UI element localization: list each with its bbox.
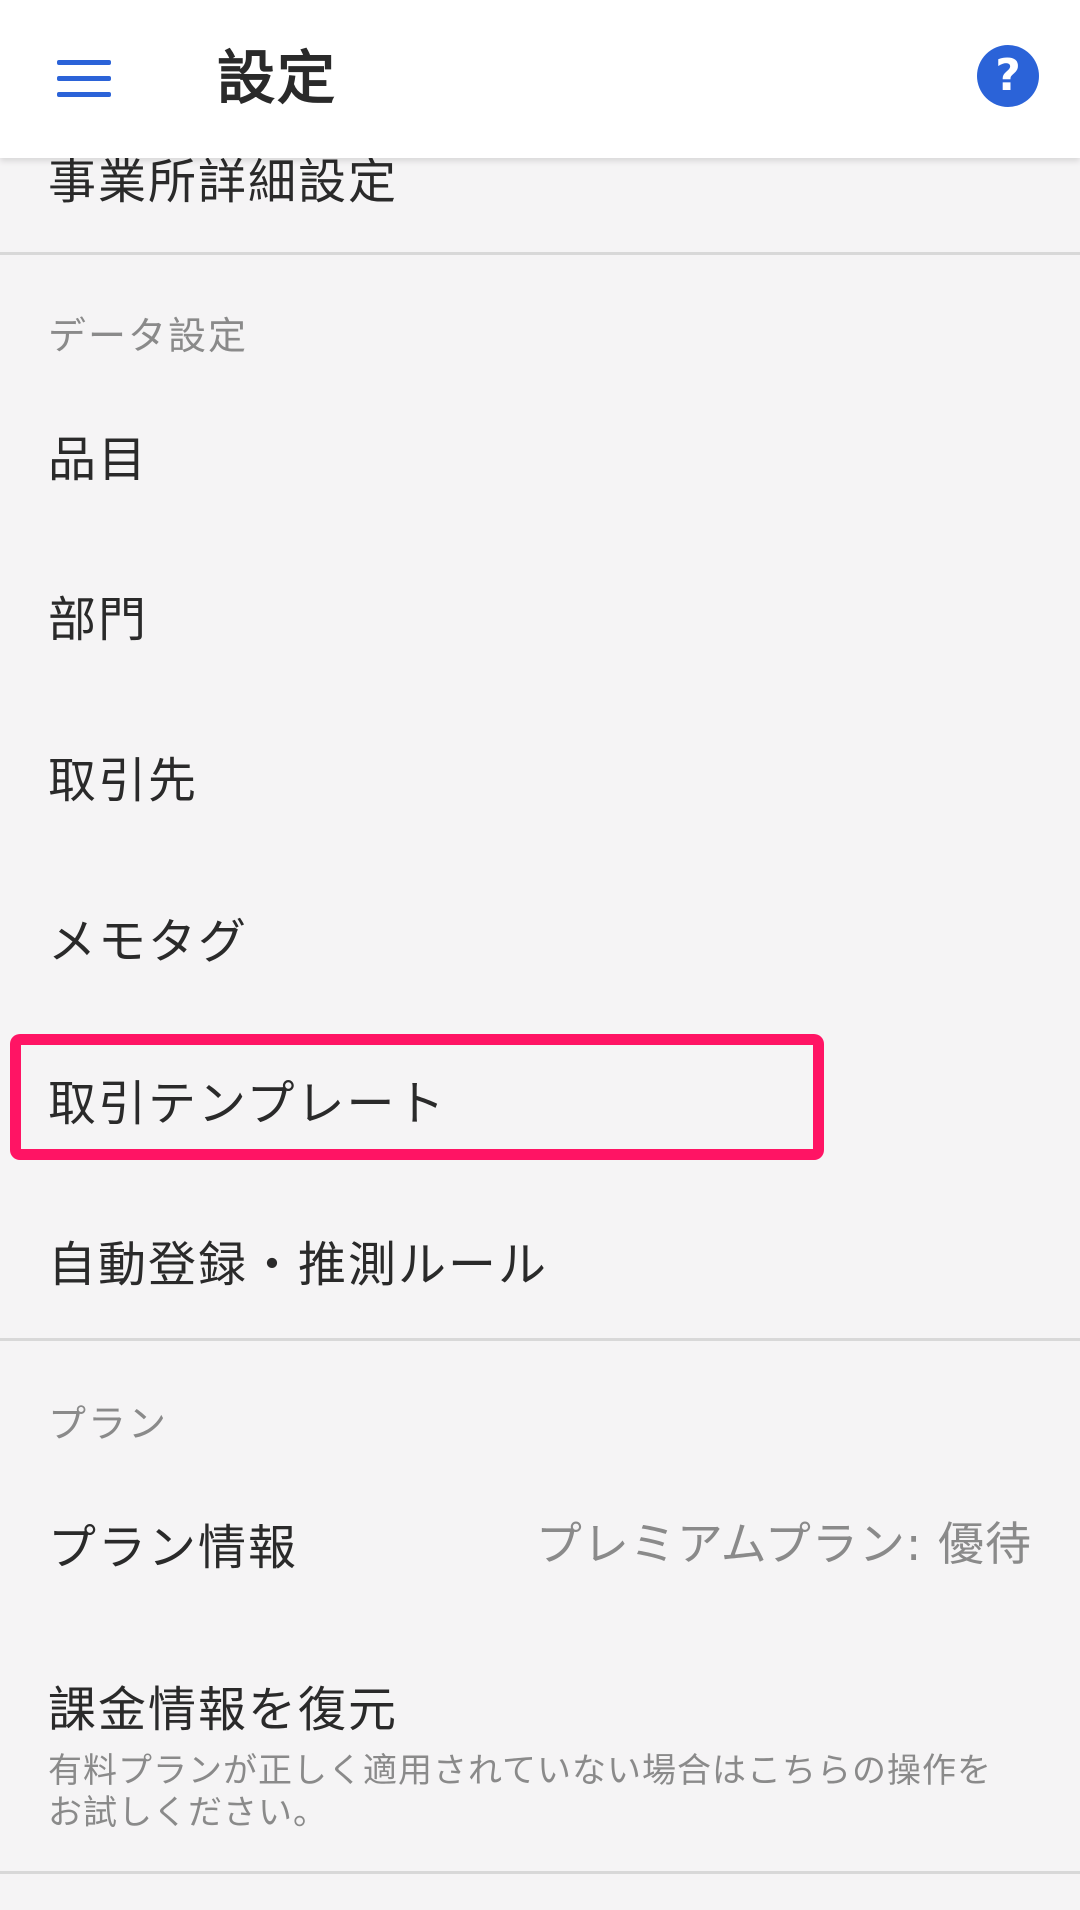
settings-item-items[interactable]: 品目	[0, 420, 1080, 490]
menu-icon-line	[57, 75, 111, 81]
help-question-icon[interactable]: ?	[977, 45, 1039, 107]
plan-value-text: プレミアムプラン: 優待	[535, 1517, 1032, 1571]
section-divider	[0, 252, 1080, 255]
settings-item-label: 取引先	[48, 753, 199, 809]
settings-item-label: 課金情報を復元	[48, 1682, 399, 1738]
settings-item-plan-info[interactable]: プラン情報 プレミアムプラン: 優待	[0, 1508, 1080, 1578]
page-title: 設定	[217, 44, 338, 112]
settings-item-restore-billing[interactable]: 課金情報を復元 有料プランが正しく適用されていない場合はこちらの操作をお試しくだ…	[0, 1670, 1080, 1833]
section-header-plan: プラン	[48, 1402, 169, 1446]
settings-item-auto-rules[interactable]: 自動登録・推測ルール	[0, 1225, 1080, 1295]
app-bar: 設定 ?	[0, 0, 1080, 158]
settings-item-label: 取引テンプレート	[48, 1076, 447, 1132]
settings-item-partners[interactable]: 取引先	[0, 741, 1080, 811]
section-divider	[0, 1338, 1080, 1341]
settings-item-label: 自動登録・推測ルール	[48, 1237, 549, 1293]
section-divider	[0, 1871, 1080, 1874]
settings-item-description: 有料プランが正しく適用されていない場合はこちらの操作をお試しください。	[48, 1751, 992, 1833]
settings-list: 事業所詳細設定 データ設定 品目 部門 取引先 メモタグ 取引テンプレート 自動…	[0, 0, 1080, 1910]
menu-icon-line	[57, 59, 111, 65]
settings-item-departments[interactable]: 部門	[0, 580, 1080, 650]
settings-item-memo-tags[interactable]: メモタグ	[0, 902, 1080, 972]
menu-icon-line	[57, 91, 111, 97]
settings-item-label: メモタグ	[48, 914, 249, 970]
section-header-data-settings: データ設定	[48, 314, 249, 358]
settings-item-label: 事業所詳細設定	[48, 154, 399, 210]
hamburger-menu-icon[interactable]	[40, 40, 128, 116]
settings-item-label: 部門	[48, 592, 149, 648]
settings-item-label: 品目	[48, 432, 149, 488]
settings-item-deal-templates[interactable]: 取引テンプレート	[0, 1064, 1080, 1134]
settings-item-label: プラン情報	[48, 1520, 299, 1576]
